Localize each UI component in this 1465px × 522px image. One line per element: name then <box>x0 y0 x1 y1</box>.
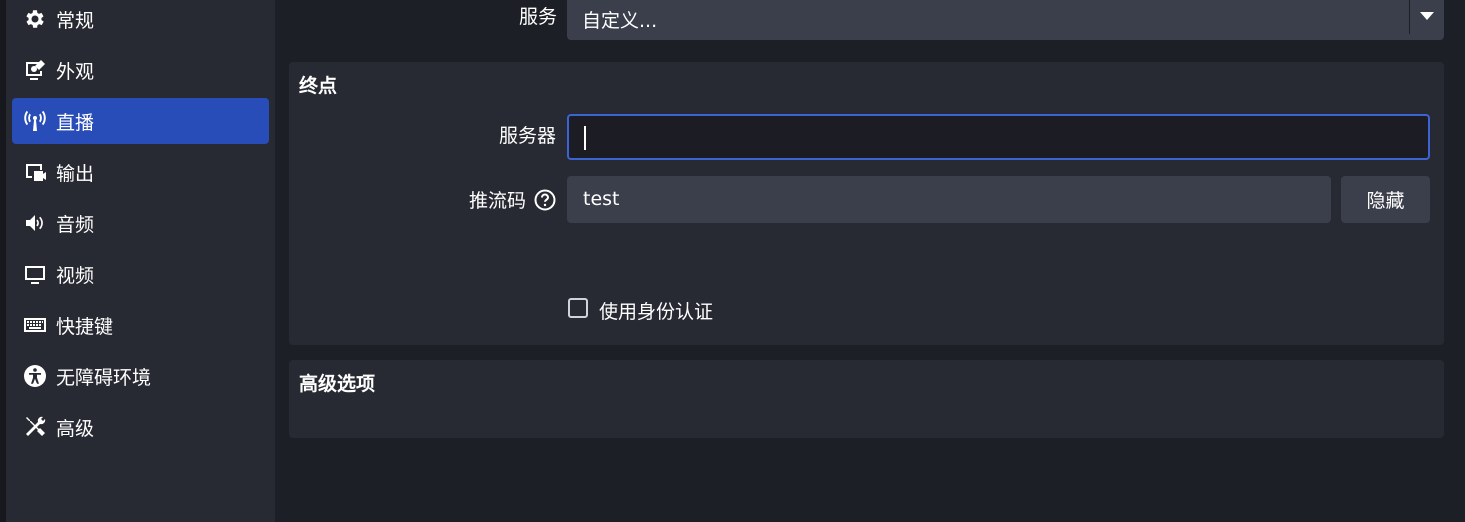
text-caret <box>584 126 586 150</box>
chevron-down-icon <box>1420 12 1434 20</box>
sidebar-item-appearance[interactable]: 外观 <box>12 47 269 93</box>
stream-key-label: 推流码 <box>469 190 527 212</box>
speaker-icon <box>22 210 48 236</box>
tools-icon <box>22 414 48 440</box>
sidebar-item-advanced[interactable]: 高级 <box>12 404 269 450</box>
select-divider <box>1409 0 1410 34</box>
sidebar-item-label: 常规 <box>56 9 95 32</box>
sidebar-item-label: 直播 <box>56 111 95 134</box>
sidebar-item-hotkeys[interactable]: 快捷键 <box>12 302 269 348</box>
sidebar-item-label: 输出 <box>56 162 95 185</box>
sidebar-item-audio[interactable]: 音频 <box>12 200 269 246</box>
service-label: 服务 <box>519 6 558 28</box>
sidebar-item-label: 高级 <box>56 417 95 440</box>
advanced-options-group: 高级选项 <box>289 360 1444 438</box>
sidebar-item-label: 无障碍环境 <box>56 366 152 389</box>
service-select[interactable]: 自定义... <box>567 0 1444 40</box>
use-auth-label[interactable]: 使用身份认证 <box>599 297 713 324</box>
monitor-icon <box>22 261 48 287</box>
help-icon[interactable] <box>534 189 556 211</box>
sidebar-item-video[interactable]: 视频 <box>12 251 269 297</box>
sidebar-item-general[interactable]: 常规 <box>12 0 269 42</box>
advanced-options-title[interactable]: 高级选项 <box>299 369 375 396</box>
output-icon <box>22 159 48 185</box>
settings-sidebar: 常规 外观 直播 输出 音频 视频 快捷键 无障碍环境 高级 <box>6 0 275 522</box>
broadcast-antenna-icon <box>22 108 48 134</box>
server-input[interactable] <box>567 114 1430 160</box>
sidebar-item-accessibility[interactable]: 无障碍环境 <box>12 353 269 399</box>
sidebar-item-label: 外观 <box>56 60 95 83</box>
gear-icon <box>22 6 48 32</box>
hide-key-button[interactable]: 隐藏 <box>1341 176 1430 223</box>
server-label: 服务器 <box>499 125 557 147</box>
endpoint-group-title: 终点 <box>299 75 338 97</box>
sidebar-item-label: 快捷键 <box>56 315 114 338</box>
use-auth-checkbox[interactable] <box>568 298 588 318</box>
stream-key-value: test <box>583 188 620 210</box>
keyboard-icon <box>22 312 48 338</box>
accessibility-icon <box>22 363 48 389</box>
sidebar-item-stream[interactable]: 直播 <box>12 98 269 144</box>
sidebar-item-label: 视频 <box>56 264 95 287</box>
sidebar-item-label: 音频 <box>56 213 95 236</box>
sidebar-item-output[interactable]: 输出 <box>12 149 269 195</box>
appearance-icon <box>22 57 48 83</box>
service-select-value: 自定义... <box>582 10 658 32</box>
stream-key-input[interactable]: test <box>567 176 1331 223</box>
